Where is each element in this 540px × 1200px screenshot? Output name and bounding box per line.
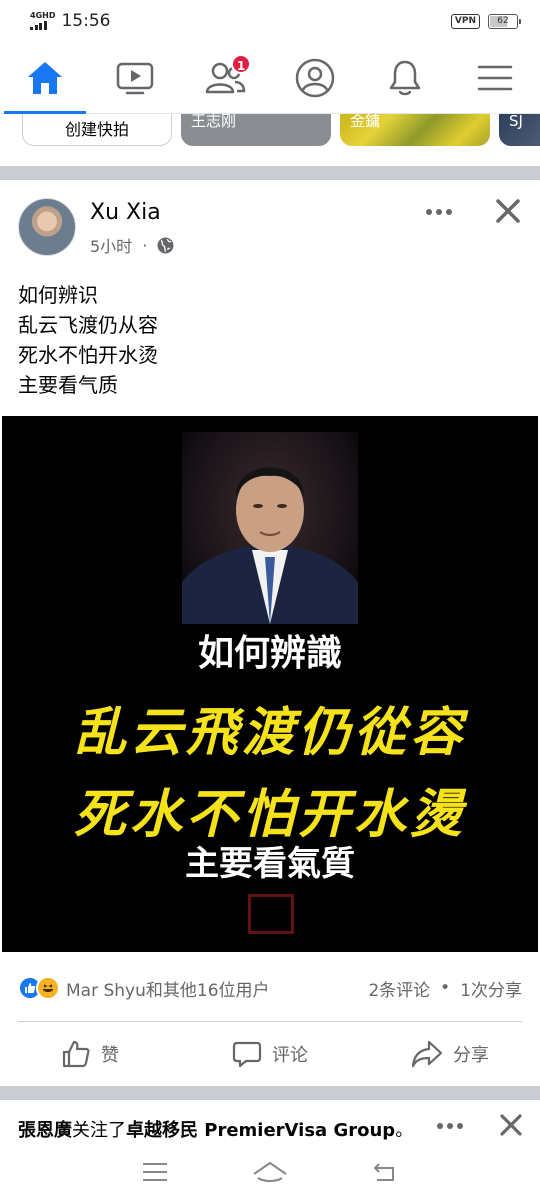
post-text-line: 死水不怕开水烫 — [18, 343, 158, 367]
nav-home-tab[interactable] — [0, 42, 90, 114]
comment-button[interactable]: 评论 — [180, 1022, 360, 1086]
profile-icon — [295, 58, 335, 97]
post-text-line: 乱云飞渡仍从容 — [18, 313, 158, 337]
image-caption-line: 如何辨識 — [197, 633, 342, 674]
share-icon — [411, 1040, 443, 1068]
portrait-photo — [182, 432, 358, 624]
reaction-icons[interactable] — [18, 976, 60, 1000]
post-text-line: 如何辨识 — [18, 283, 98, 307]
post-header: Xu Xia 5小时 · — [0, 180, 540, 260]
next-post-activity: 張恩廣关注了卓越移民 PremierVisa Group。 — [18, 1116, 413, 1142]
like-button[interactable]: 赞 — [0, 1022, 180, 1086]
vpn-indicator: VPN — [450, 13, 480, 29]
post-text: 如何辨识 乱云飞渡仍从容 死水不怕开水烫 主要看气质 — [18, 280, 158, 400]
story-card[interactable]: 金鏞 — [340, 114, 490, 146]
nav-friends-tab[interactable]: 1 — [180, 42, 270, 113]
feed-divider — [0, 1086, 540, 1100]
author-avatar[interactable] — [18, 198, 76, 256]
signal-icon — [30, 21, 47, 30]
story-name: 王志刚 — [191, 114, 237, 130]
next-post-actor[interactable]: 張恩廣 — [18, 1120, 72, 1141]
bell-icon — [389, 60, 421, 95]
top-navigation: 1 — [0, 42, 540, 114]
network-indicator: 4GHD — [30, 12, 55, 30]
post-author-name[interactable]: Xu Xia — [90, 200, 161, 225]
image-caption-line: 主要看氣質 — [185, 844, 355, 884]
share-label: 分享 — [453, 1045, 489, 1066]
feed-divider — [0, 166, 540, 180]
post-more-options-icon[interactable] — [424, 202, 454, 222]
story-name: SJ — [509, 114, 523, 130]
portrait-figure — [182, 467, 358, 624]
seal-stamp — [248, 894, 294, 934]
thumbs-up-icon — [62, 1040, 90, 1068]
next-post-suffix: 。 — [395, 1120, 414, 1141]
haha-reaction-icon — [36, 976, 60, 1000]
nav-notifications-tab[interactable] — [360, 42, 450, 113]
reactions-bar: Mar Shyu和其他16位用户 2条评论 • 1次分享 — [18, 970, 522, 1006]
next-post-verb: 关注了 — [72, 1120, 126, 1141]
post-text-line: 主要看气质 — [18, 373, 118, 397]
recent-apps-icon[interactable] — [141, 1160, 169, 1184]
battery-icon: 62 — [488, 13, 521, 29]
home-icon — [28, 61, 62, 94]
story-name: 金鏞 — [350, 114, 381, 130]
post-meta: 5小时 · — [90, 233, 174, 257]
post-image[interactable]: 如何辨識 乱云飛渡仍從容 死水不怕开水燙 主要看氣質 — [2, 416, 538, 952]
story-card[interactable]: SJ — [499, 114, 540, 146]
nav-profile-tab[interactable] — [270, 42, 360, 113]
shares-count[interactable]: 1次分享 — [460, 976, 522, 1001]
like-label: 赞 — [101, 1045, 119, 1066]
next-post-more-icon[interactable] — [436, 1116, 464, 1136]
globe-icon — [157, 237, 174, 253]
hide-post-close-icon[interactable] — [494, 197, 522, 225]
nav-menu-tab[interactable] — [450, 42, 540, 113]
system-navigation-bar — [0, 1144, 540, 1200]
counts-dot: • — [440, 978, 451, 998]
comment-label: 评论 — [272, 1045, 308, 1066]
next-post-close-icon[interactable] — [498, 1112, 524, 1138]
image-caption-line: 乱云飛渡仍從容 — [73, 702, 466, 763]
status-bar: 4GHD 15:56 VPN 62 — [0, 0, 540, 42]
video-icon — [116, 62, 154, 94]
meta-separator: · — [142, 235, 148, 255]
home-button-icon[interactable] — [252, 1160, 288, 1184]
nav-video-tab[interactable] — [90, 42, 180, 113]
friend-requests-badge: 1 — [231, 54, 251, 74]
share-button[interactable]: 分享 — [360, 1022, 540, 1086]
comments-count[interactable]: 2条评论 — [368, 976, 430, 1001]
next-post-target[interactable]: 卓越移民 PremierVisa Group — [126, 1120, 395, 1141]
post-actions: 赞 评论 分享 — [0, 1022, 540, 1086]
menu-icon — [477, 65, 513, 90]
network-label: 4GHD — [30, 11, 56, 20]
story-card[interactable]: 王志刚 — [181, 114, 331, 146]
stories-strip: 创建快拍 王志刚 金鏞 SJ — [0, 114, 540, 152]
back-button-icon[interactable] — [371, 1160, 399, 1184]
next-post-header: 張恩廣关注了卓越移民 PremierVisa Group。 — [0, 1100, 540, 1144]
comment-icon — [232, 1041, 262, 1068]
status-time: 15:56 — [61, 11, 111, 31]
post-time[interactable]: 5小时 — [90, 233, 132, 257]
battery-percent: 62 — [497, 15, 509, 26]
create-story-button[interactable]: 创建快拍 — [22, 114, 172, 146]
reactions-summary[interactable]: Mar Shyu和其他16位用户 — [66, 976, 270, 1001]
